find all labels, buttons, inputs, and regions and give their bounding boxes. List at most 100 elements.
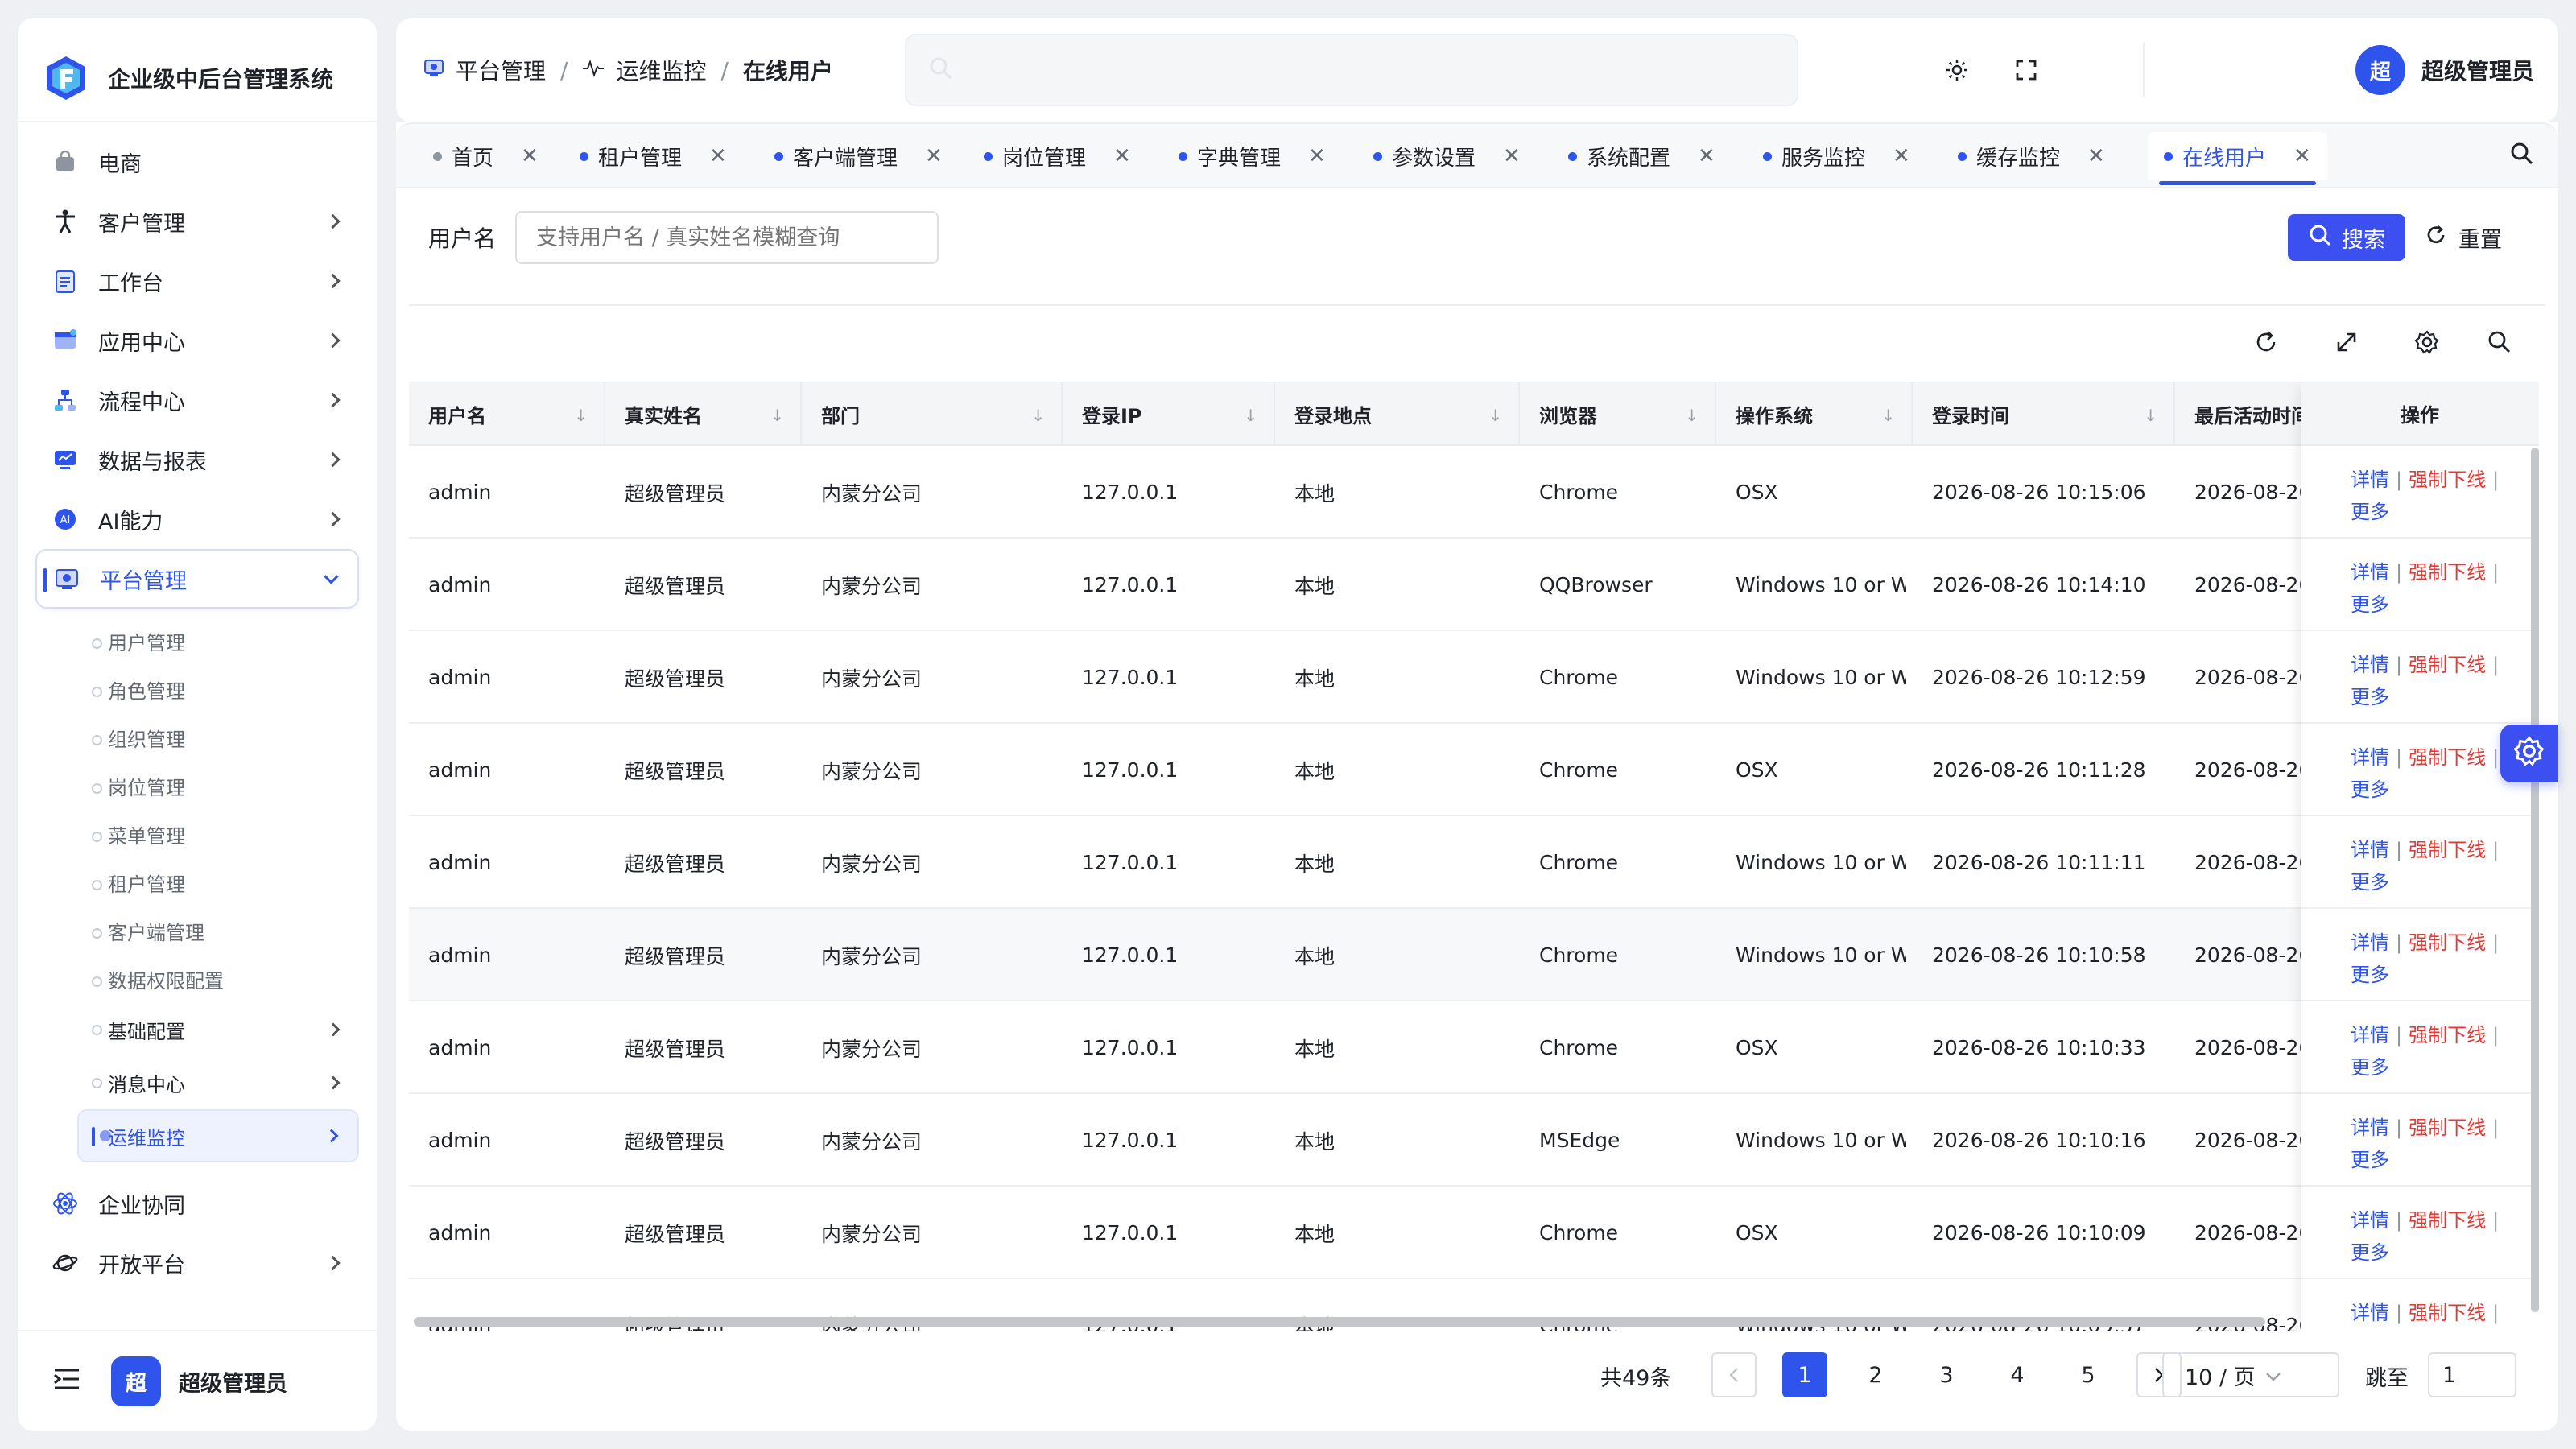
more-link[interactable]: 更多: [2351, 778, 2389, 801]
more-link[interactable]: 更多: [2351, 1149, 2389, 1171]
header-user[interactable]: 超 超级管理员: [2355, 18, 2534, 122]
table-row[interactable]: admin 超级管理员 内蒙分公司 127.0.0.1 本地 Chrome Windows …: [409, 631, 2539, 724]
detail-link[interactable]: 详情: [2351, 839, 2389, 861]
detail-link[interactable]: 详情: [2351, 654, 2389, 676]
expand-icon[interactable]: [2326, 322, 2367, 362]
sidebar-item[interactable]: 电商: [35, 132, 359, 192]
sidebar-item[interactable]: 开放平台: [35, 1233, 359, 1293]
table-row[interactable]: admin 超级管理员 内蒙分公司 127.0.0.1 本地 MSEdge Windows …: [409, 1094, 2539, 1187]
column-header[interactable]: 登录地点 ↓: [1275, 382, 1520, 446]
sidebar-item[interactable]: 工作台: [35, 251, 359, 311]
reset-button[interactable]: 重置: [2425, 214, 2521, 261]
table-row[interactable]: admin 超级管理员 内蒙分公司 127.0.0.1 本地 Chrome Windows …: [409, 909, 2539, 1001]
more-link[interactable]: 更多: [2351, 501, 2389, 523]
close-icon[interactable]: ✕: [521, 144, 539, 168]
page-button[interactable]: 1: [1782, 1352, 1827, 1397]
username-search-input[interactable]: [515, 211, 939, 264]
sort-arrow-icon[interactable]: ↓: [1488, 406, 1502, 425]
jump-page-input[interactable]: 1: [2428, 1352, 2516, 1397]
table-row[interactable]: admin 超级管理员 内蒙分公司 127.0.0.1 本地 Chrome OSX 2026-…: [409, 1001, 2539, 1094]
sidebar-subgroup[interactable]: 消息中心: [35, 1056, 359, 1109]
close-icon[interactable]: ✕: [2087, 144, 2105, 168]
tab-9[interactable]: 在线用户 ✕: [2148, 132, 2327, 185]
column-header[interactable]: 登录时间 ↓: [1913, 382, 2175, 446]
tab-8[interactable]: 缓存监控 ✕: [1958, 132, 2105, 180]
sidebar-subitem[interactable]: 角色管理: [35, 665, 359, 713]
detail-link[interactable]: 详情: [2351, 746, 2389, 769]
force-logout-link[interactable]: 强制下线: [2409, 561, 2486, 584]
detail-link[interactable]: 详情: [2351, 1117, 2389, 1139]
search-button[interactable]: 搜索: [2288, 214, 2405, 261]
detail-link[interactable]: 详情: [2351, 931, 2389, 954]
sidebar-subitem[interactable]: 组织管理: [35, 713, 359, 762]
table-row[interactable]: admin 超级管理员 内蒙分公司 127.0.0.1 本地 Chrome Windows …: [409, 816, 2539, 909]
page-button[interactable]: 4: [1995, 1352, 2040, 1397]
sidebar-subitem[interactable]: 数据权限配置: [35, 955, 359, 1003]
tab-7[interactable]: 服务监控 ✕: [1763, 132, 1910, 180]
column-header[interactable]: 登录IP ↓: [1063, 382, 1275, 446]
force-logout-link[interactable]: 强制下线: [2409, 839, 2486, 861]
page-size-select[interactable]: 10 / 页: [2162, 1352, 2339, 1397]
breadcrumb-item[interactable]: 运维监控: [616, 54, 706, 86]
force-logout-link[interactable]: 强制下线: [2409, 931, 2486, 954]
tab-0[interactable]: 首页 ✕: [433, 132, 539, 180]
vertical-scrollbar[interactable]: [2531, 448, 2539, 1312]
close-icon[interactable]: ✕: [925, 144, 943, 168]
more-link[interactable]: 更多: [2351, 871, 2389, 894]
sidebar-subitem[interactable]: 岗位管理: [35, 762, 359, 810]
sort-arrow-icon[interactable]: ↓: [1031, 406, 1045, 425]
table-row[interactable]: admin 超级管理员 内蒙分公司 127.0.0.1 本地 Chrome OSX 2026-…: [409, 1187, 2539, 1279]
table-search-icon[interactable]: [2479, 322, 2520, 362]
force-logout-link[interactable]: 强制下线: [2409, 654, 2486, 676]
tab-6[interactable]: 系统配置 ✕: [1568, 132, 1715, 180]
close-icon[interactable]: ✕: [1113, 144, 1131, 168]
sidebar-subitem[interactable]: 用户管理: [35, 617, 359, 665]
settings-float-button[interactable]: [2500, 724, 2558, 782]
sort-arrow-icon[interactable]: ↓: [2144, 406, 2157, 425]
detail-link[interactable]: 详情: [2351, 561, 2389, 584]
close-icon[interactable]: ✕: [2293, 144, 2311, 168]
collapse-menu-icon[interactable]: [53, 1368, 80, 1396]
sort-arrow-icon[interactable]: ↓: [1244, 406, 1257, 425]
close-icon[interactable]: ✕: [1698, 144, 1715, 168]
page-button[interactable]: 2: [1853, 1352, 1898, 1397]
sidebar-item[interactable]: 应用中心: [35, 311, 359, 370]
sort-arrow-icon[interactable]: ↓: [574, 406, 588, 425]
column-header[interactable]: 部门 ↓: [802, 382, 1063, 446]
sidebar-item[interactable]: 企业协同: [35, 1174, 359, 1233]
global-search-input[interactable]: [905, 34, 1798, 106]
sidebar-subgroup-active[interactable]: 运维监控: [77, 1109, 359, 1162]
tab-4[interactable]: 字典管理 ✕: [1179, 132, 1326, 180]
close-icon[interactable]: ✕: [1308, 144, 1326, 168]
sidebar-item[interactable]: 客户管理: [35, 192, 359, 251]
column-header[interactable]: 用户名 ↓: [409, 382, 605, 446]
detail-link[interactable]: 详情: [2351, 1302, 2389, 1324]
force-logout-link[interactable]: 强制下线: [2409, 1117, 2486, 1139]
detail-link[interactable]: 详情: [2351, 469, 2389, 491]
force-logout-link[interactable]: 强制下线: [2409, 469, 2486, 491]
tab-3[interactable]: 岗位管理 ✕: [984, 132, 1131, 180]
more-link[interactable]: 更多: [2351, 1056, 2389, 1079]
detail-link[interactable]: 详情: [2351, 1024, 2389, 1046]
gear-icon[interactable]: [2407, 322, 2447, 362]
force-logout-link[interactable]: 强制下线: [2409, 1302, 2486, 1324]
sort-arrow-icon[interactable]: ↓: [1881, 406, 1895, 425]
column-header[interactable]: 操作系统 ↓: [1716, 382, 1913, 446]
sidebar-item[interactable]: AI AI能力: [35, 489, 359, 549]
tab-search-icon[interactable]: [2508, 140, 2541, 172]
close-icon[interactable]: ✕: [1893, 144, 1910, 168]
sidebar-item[interactable]: 数据与报表: [35, 430, 359, 489]
more-link[interactable]: 更多: [2351, 964, 2389, 986]
table-row[interactable]: admin 超级管理员 内蒙分公司 127.0.0.1 本地 QQBrowser Windo…: [409, 539, 2539, 631]
refresh-table-icon[interactable]: [2246, 322, 2286, 362]
sort-arrow-icon[interactable]: ↓: [770, 406, 784, 425]
tab-2[interactable]: 客户端管理 ✕: [774, 132, 943, 180]
horizontal-scrollbar[interactable]: [414, 1317, 2265, 1327]
sidebar-item[interactable]: 流程中心: [35, 370, 359, 430]
prev-page-button[interactable]: [1711, 1352, 1757, 1397]
tab-1[interactable]: 租户管理 ✕: [580, 132, 727, 180]
table-row[interactable]: admin 超级管理员 内蒙分公司 127.0.0.1 本地 Chrome OSX 2026-…: [409, 724, 2539, 816]
avatar[interactable]: 超: [111, 1356, 161, 1406]
force-logout-link[interactable]: 强制下线: [2409, 746, 2486, 769]
sidebar-subitem[interactable]: 客户端管理: [35, 906, 359, 955]
